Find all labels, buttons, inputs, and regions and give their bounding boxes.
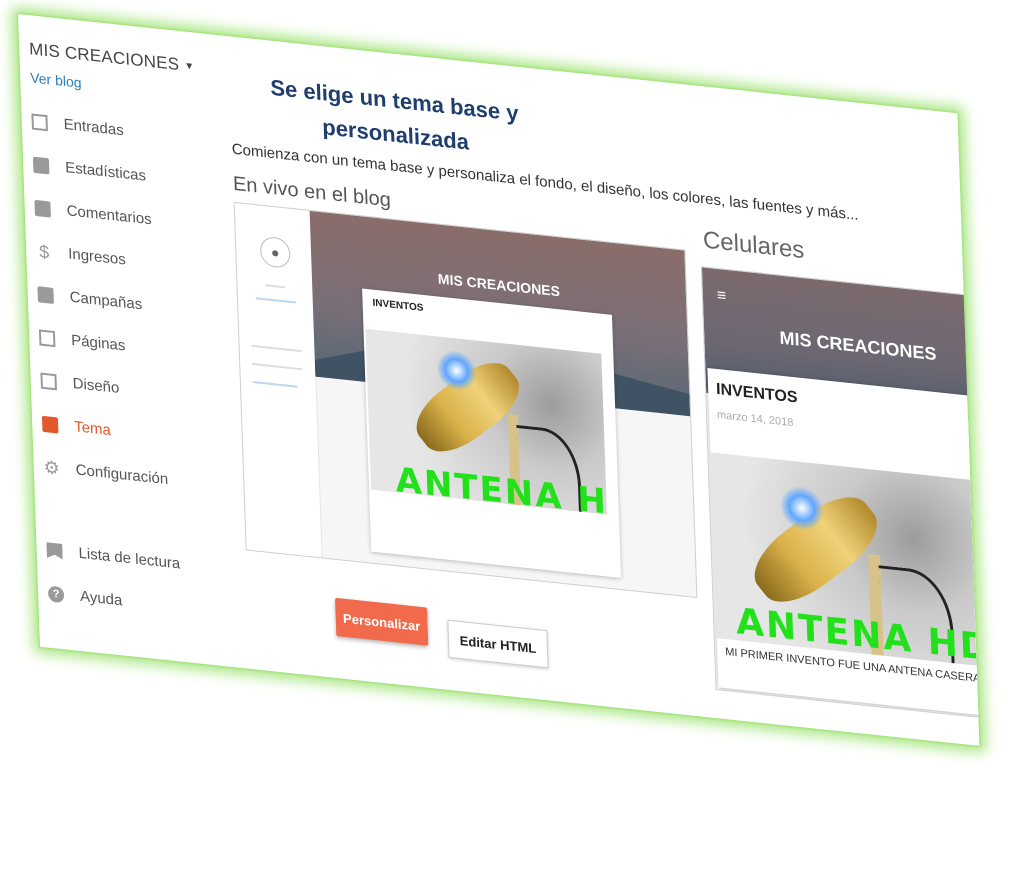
stats-icon [32, 156, 50, 174]
sidebar-item-label: Tema [73, 418, 112, 440]
edit-html-button[interactable]: Editar HTML [447, 619, 549, 669]
gear-icon: ⚙ [43, 456, 61, 479]
sidebar-item-label: Configuración [75, 461, 169, 489]
sidebar-item-label: Comentarios [66, 202, 152, 229]
caret-down-icon: ▼ [184, 60, 195, 73]
comments-icon [34, 199, 51, 218]
avatar-icon: ● [259, 235, 291, 269]
share-icon: < [972, 433, 980, 451]
desktop-preview[interactable]: ● MIS CREACIONES INVENTOS ANTENA HDTV [233, 201, 698, 599]
sidebar-item-label: Ayuda [79, 587, 123, 610]
light-glow [779, 483, 825, 533]
desktop-preview-sidebar: ● [234, 202, 323, 558]
preview-line [252, 381, 298, 388]
sidebar-item-label: Campañas [69, 288, 143, 314]
light-glow [435, 348, 478, 393]
preview-line [265, 284, 286, 289]
customize-button[interactable]: Personalizar [335, 597, 429, 646]
sidebar-item-label: Ingresos [67, 245, 126, 269]
paint-roller-icon [41, 415, 59, 434]
mobile-preview[interactable]: ≡ ⚲ MIS CREACIONES INVENTOS marzo 14, 20… [700, 266, 980, 723]
menu-icon: ≡ [716, 286, 727, 305]
desktop-post-title: INVENTOS [372, 297, 424, 315]
dollar-icon: $ [38, 240, 50, 262]
blog-title: MIS CREACIONES [28, 39, 180, 75]
sidebar-item-label: Entradas [63, 115, 124, 140]
sidebar: MIS CREACIONES ▼ Ver blog Entradas Estadí… [29, 39, 219, 632]
layout-icon [40, 372, 57, 390]
antenna-photo: ANTENA HDTV [365, 328, 607, 515]
bookmark-icon [46, 542, 63, 560]
pages-icon [38, 328, 56, 347]
antenna-photo: ANTENA HDTV [700, 451, 977, 666]
preview-line [251, 344, 302, 353]
screenshot-scene: MIS CREACIONES ▼ Ver blog Entradas Estadí… [0, 0, 1032, 880]
posts-icon [31, 112, 48, 131]
sidebar-item-label: Lista de lectura [78, 544, 181, 573]
mobile-post-card: INVENTOS marzo 14, 2018 < ANTENA HDTV MI… [700, 367, 980, 718]
sidebar-nav: Entradas Estadísticas Comentarios $ Ingre… [31, 99, 219, 632]
campaigns-icon [37, 285, 54, 304]
blogger-theme-panel: MIS CREACIONES ▼ Ver blog Entradas Estadí… [18, 14, 980, 746]
preview-line [252, 362, 303, 371]
mobile-post-title: INVENTOS [715, 380, 798, 407]
help-icon: ? [47, 584, 65, 603]
mobile-preview-label: Celulares [702, 226, 805, 265]
sidebar-item-label: Diseño [72, 374, 120, 397]
desktop-post-card: INVENTOS ANTENA HDTV [362, 288, 622, 579]
sidebar-item-label: Páginas [70, 331, 126, 355]
preview-line [255, 297, 296, 304]
mobile-post-date: marzo 14, 2018 [716, 409, 794, 430]
sidebar-item-label: Estadísticas [64, 159, 147, 185]
